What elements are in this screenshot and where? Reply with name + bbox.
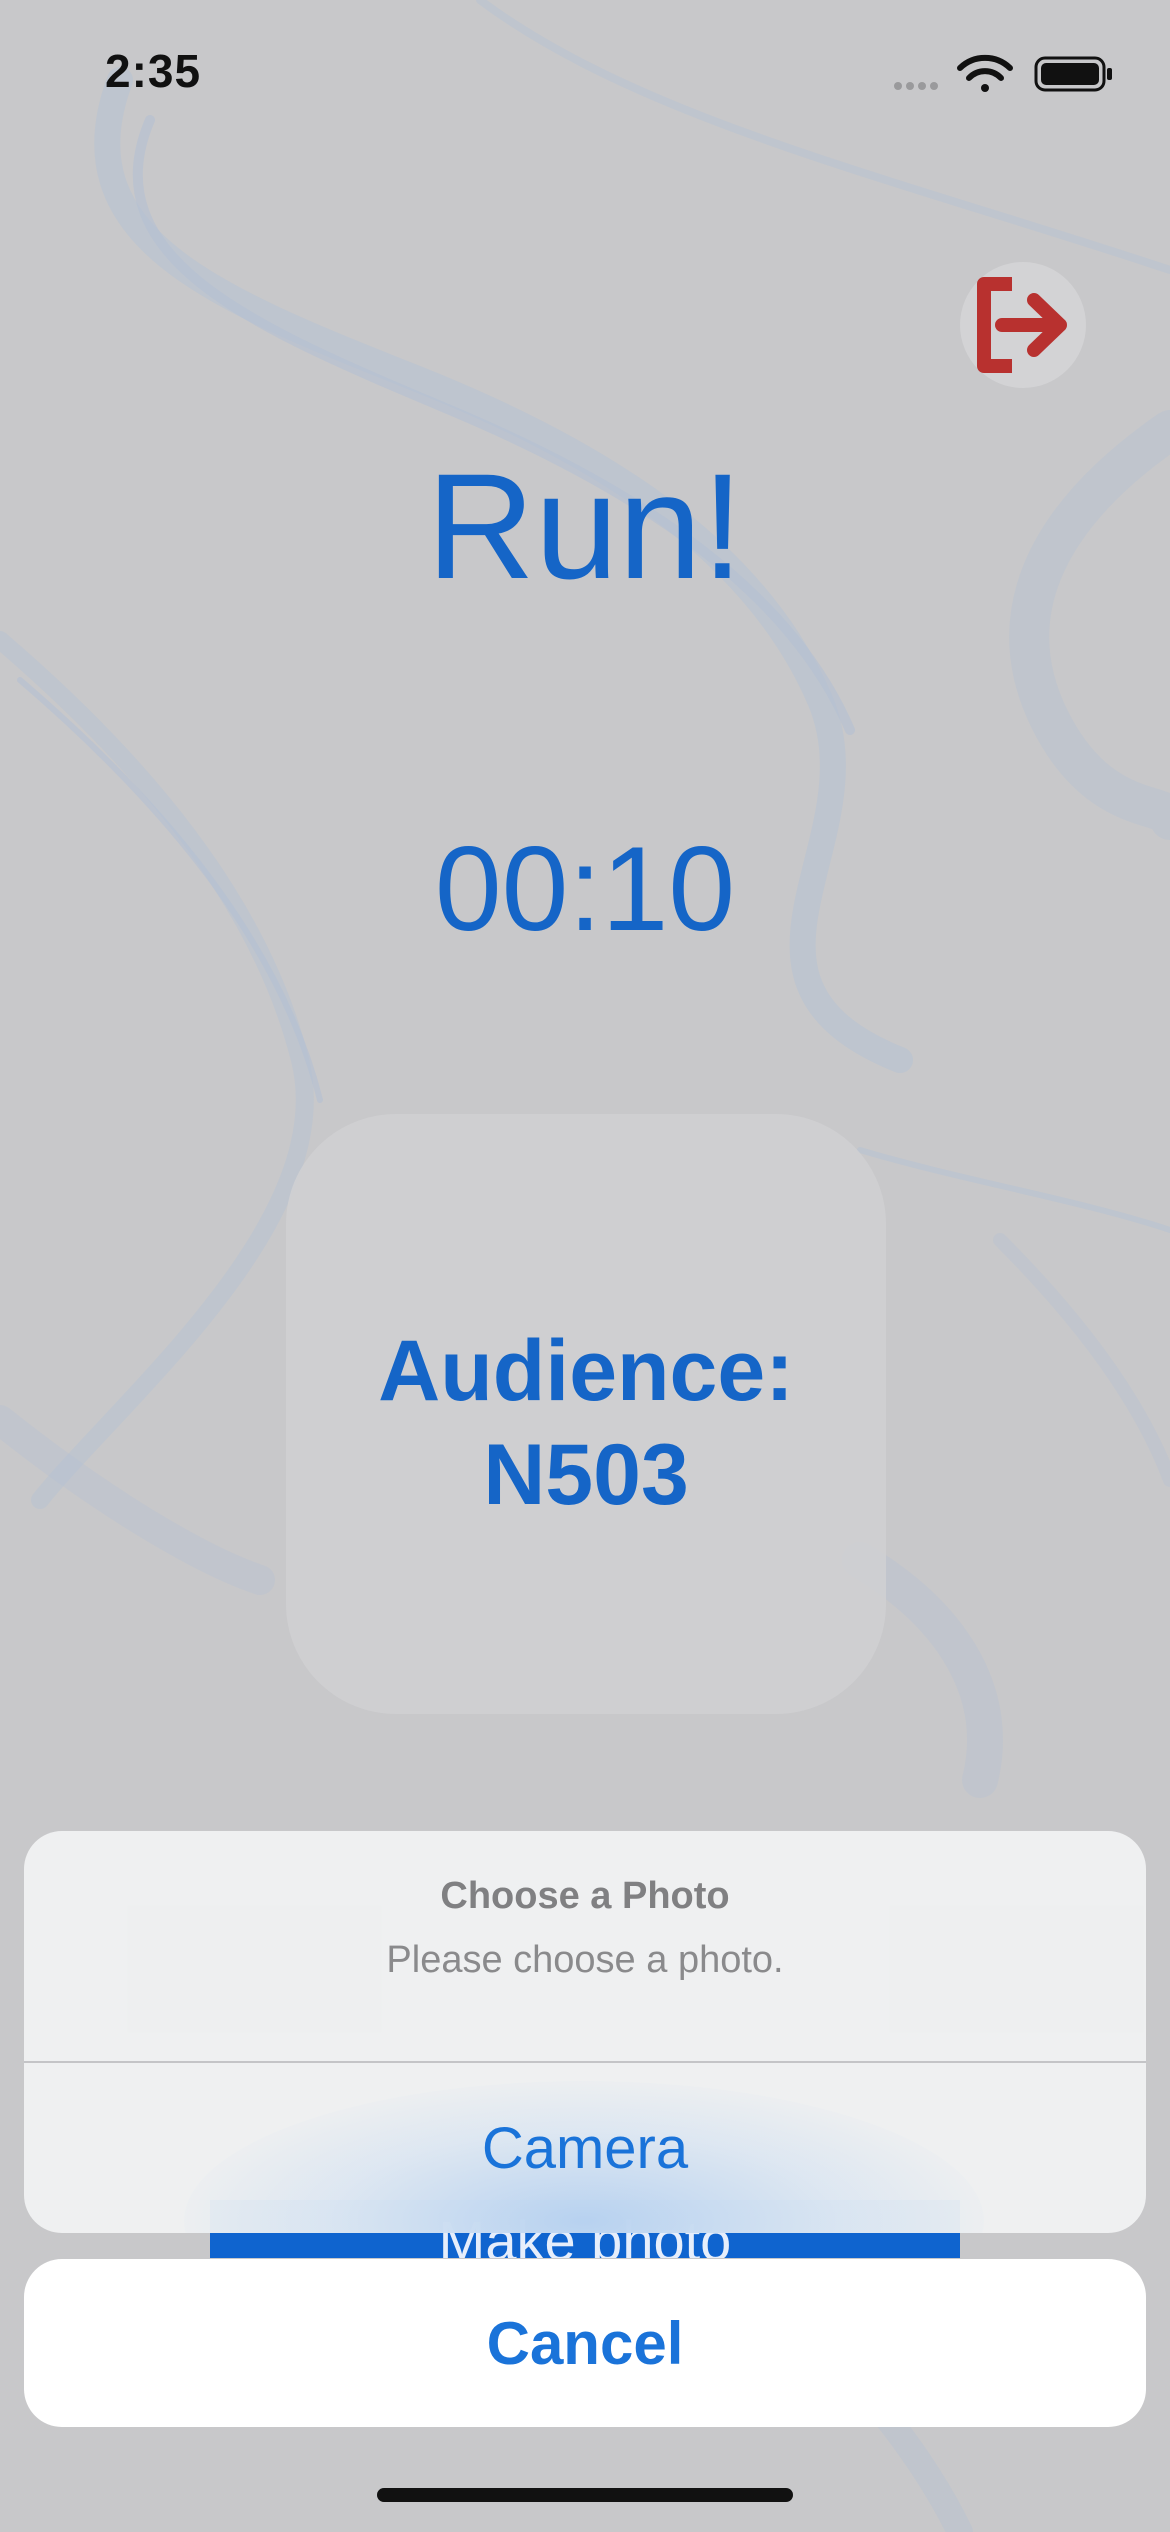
audience-value: N503 — [483, 1427, 689, 1523]
countdown-timer: 00:10 — [434, 822, 736, 956]
page-title: Run! — [426, 442, 744, 610]
home-indicator[interactable] — [377, 2488, 793, 2502]
cancel-label: Cancel — [486, 2310, 684, 2377]
logout-button[interactable] — [960, 262, 1086, 388]
wifi-icon — [957, 54, 1013, 92]
audience-text: Audience: N503 — [286, 1319, 886, 1527]
status-bar: 2:35 — [0, 0, 1170, 140]
battery-icon — [1034, 56, 1112, 92]
status-icons — [894, 54, 1112, 92]
audience-card: Audience: N503 — [286, 1114, 886, 1714]
action-sheet-message: Please choose a photo. — [386, 1939, 784, 1981]
camera-option-label: Camera — [481, 2116, 689, 2181]
status-time: 2:35 — [105, 45, 202, 97]
action-sheet: Choose a Photo Please choose a photo. Ca… — [24, 1831, 1146, 2233]
signal-dots-icon — [894, 82, 938, 90]
action-sheet-title: Choose a Photo — [440, 1875, 730, 1917]
audience-label: Audience: — [378, 1323, 794, 1419]
cancel-button[interactable]: Cancel — [24, 2259, 1146, 2427]
camera-option-button[interactable]: Camera — [24, 2063, 1146, 2233]
logout-icon — [977, 277, 1067, 373]
